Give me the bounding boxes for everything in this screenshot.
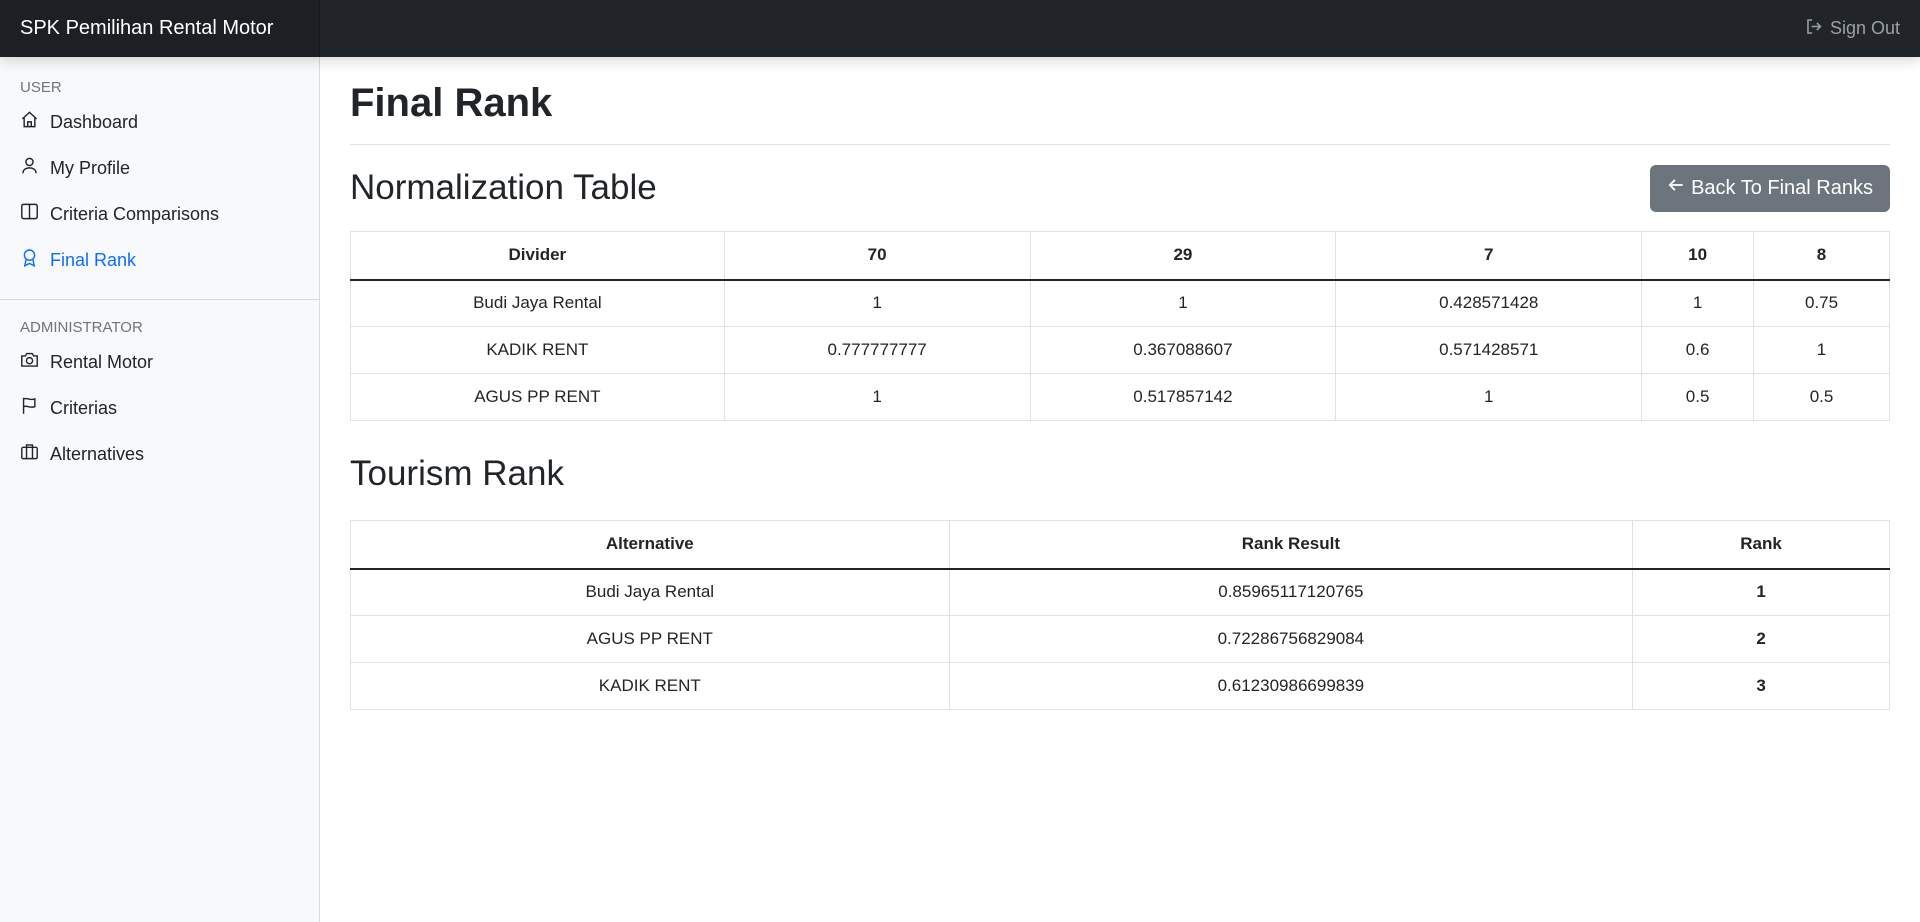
- table-cell: 1: [1335, 373, 1643, 421]
- table-row: KADIK RENT 0.61230986699839 3: [350, 662, 1890, 710]
- sidebar-heading-user: USER: [20, 79, 62, 96]
- column-header: Divider: [350, 231, 725, 281]
- sidebar-item-my-profile[interactable]: My Profile: [0, 145, 319, 191]
- sidebar-item-label: My Profile: [50, 157, 131, 178]
- person-icon: [20, 156, 50, 180]
- table-cell: 0.777777777: [723, 326, 1031, 374]
- table-row: AGUS PP RENT 0.72286756829084 2: [350, 615, 1890, 663]
- table-cell: 0.517857142: [1029, 373, 1337, 421]
- sidebar-heading-administrator: ADMINISTRATOR: [20, 319, 143, 336]
- table-cell: 1: [1753, 326, 1890, 374]
- arrow-left-icon: [1667, 176, 1685, 200]
- tourism-rank-title: Tourism Rank: [350, 454, 564, 493]
- table-cell: 0.5: [1641, 373, 1755, 421]
- table-row: AGUS PP RENT 1 0.517857142 1 0.5 0.5: [350, 373, 1890, 421]
- sidebar-item-criterias[interactable]: Criterias: [0, 385, 319, 431]
- brand-title[interactable]: SPK Pemilihan Rental Motor: [0, 0, 320, 57]
- table-cell: 0.72286756829084: [948, 615, 1634, 663]
- table-cell: Budi Jaya Rental: [350, 568, 950, 616]
- back-button-label: Back To Final Ranks: [1691, 176, 1873, 199]
- table-cell: 1: [1641, 279, 1755, 327]
- sidebar-item-label: Rental Motor: [50, 351, 154, 372]
- table-row: Budi Jaya Rental 0.85965117120765 1: [350, 568, 1890, 616]
- tourism-rank-table: Alternative Rank Result Rank Budi Jaya R…: [350, 520, 1890, 710]
- rank-cell: 2: [1632, 615, 1890, 663]
- column-header: 8: [1753, 231, 1890, 281]
- table-header-row: Alternative Rank Result Rank: [350, 520, 1890, 570]
- column-header: Rank Result: [948, 520, 1634, 570]
- sidebar-item-label: Final Rank: [50, 249, 137, 270]
- table-cell: 0.367088607: [1029, 326, 1337, 374]
- sidebar-item-final-rank[interactable]: Final Rank: [0, 237, 319, 283]
- sidebar-item-rental-motor[interactable]: Rental Motor: [0, 339, 319, 385]
- column-header: Alternative: [350, 520, 950, 570]
- briefcase-icon: [20, 442, 50, 466]
- sidebar-item-dashboard[interactable]: Dashboard: [0, 99, 319, 145]
- column-header: Rank: [1632, 520, 1890, 570]
- table-cell: KADIK RENT: [350, 326, 725, 374]
- normalization-title: Normalization Table: [350, 168, 657, 207]
- table-row: KADIK RENT 0.777777777 0.367088607 0.571…: [350, 326, 1890, 374]
- table-cell: 0.571428571: [1335, 326, 1643, 374]
- table-cell: 0.61230986699839: [948, 662, 1634, 710]
- table-row: Budi Jaya Rental 1 1 0.428571428 1 0.75: [350, 279, 1890, 327]
- sidebar: USER Dashboard My Profile Criteria Compa…: [0, 57, 320, 922]
- table-cell: 0.85965117120765: [948, 568, 1634, 616]
- table-cell: 1: [723, 279, 1031, 327]
- table-cell: KADIK RENT: [350, 662, 950, 710]
- sidebar-item-label: Criteria Comparisons: [50, 203, 220, 224]
- table-cell: AGUS PP RENT: [350, 615, 950, 663]
- sidebar-item-label: Alternatives: [50, 443, 145, 464]
- sidebar-item-alternatives[interactable]: Alternatives: [0, 431, 319, 477]
- table-header-row: Divider 70 29 7 10 8: [350, 231, 1890, 281]
- camera-icon: [20, 350, 50, 374]
- table-cell: 0.75: [1753, 279, 1890, 327]
- rank-cell: 3: [1632, 662, 1890, 710]
- flag-icon: [20, 396, 50, 420]
- sign-out-button[interactable]: Sign Out: [1805, 0, 1900, 57]
- box-arrow-left-icon: [1805, 17, 1824, 41]
- columns-icon: [20, 202, 50, 226]
- column-header: 7: [1335, 231, 1643, 281]
- house-icon: [20, 110, 50, 134]
- table-cell: 0.5: [1753, 373, 1890, 421]
- normalization-table: Divider 70 29 7 10 8 Budi Jaya Rental 1 …: [350, 231, 1890, 421]
- column-header: 70: [723, 231, 1031, 281]
- table-cell: 1: [1029, 279, 1337, 327]
- column-header: 29: [1029, 231, 1337, 281]
- back-to-final-ranks-button[interactable]: Back To Final Ranks: [1650, 164, 1890, 212]
- column-header: 10: [1641, 231, 1755, 281]
- table-cell: 0.428571428: [1335, 279, 1643, 327]
- award-icon: [20, 248, 50, 272]
- table-cell: 1: [723, 373, 1031, 421]
- top-navbar: SPK Pemilihan Rental Motor Sign Out: [0, 0, 1920, 57]
- table-cell: 0.6: [1641, 326, 1755, 374]
- table-cell: Budi Jaya Rental: [350, 279, 725, 327]
- sidebar-item-label: Criterias: [50, 397, 118, 418]
- page-title: Final Rank: [350, 57, 1890, 145]
- main-content: Final Rank Normalization Table Back To F…: [350, 57, 1890, 710]
- sidebar-item-criteria-comparisons[interactable]: Criteria Comparisons: [0, 191, 319, 237]
- sidebar-item-label: Dashboard: [50, 111, 139, 132]
- table-cell: AGUS PP RENT: [350, 373, 725, 421]
- rank-cell: 1: [1632, 568, 1890, 616]
- sign-out-label: Sign Out: [1829, 18, 1900, 38]
- normalization-header-row: Normalization Table Back To Final Ranks: [350, 164, 1890, 212]
- sidebar-divider: [0, 299, 319, 300]
